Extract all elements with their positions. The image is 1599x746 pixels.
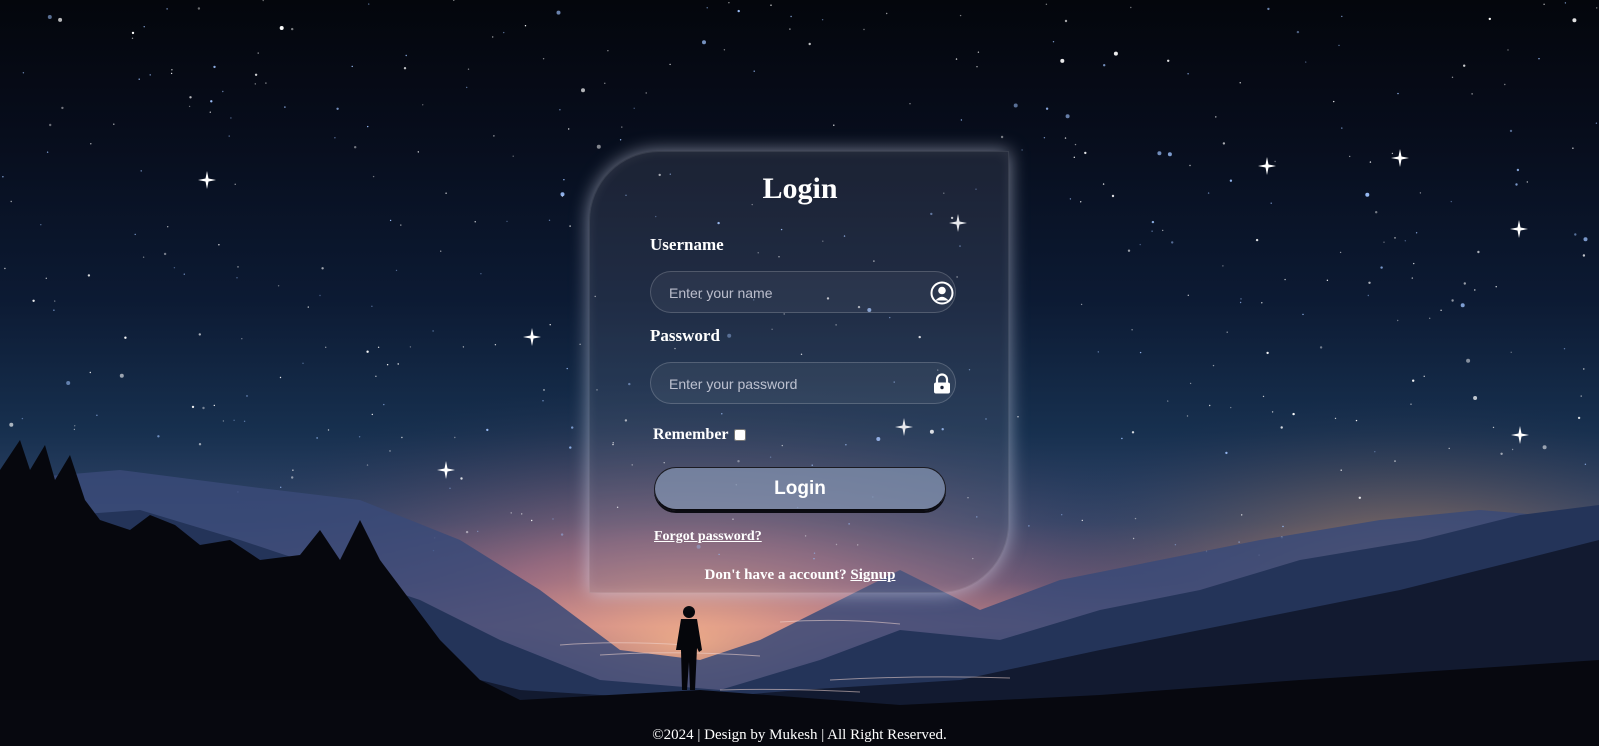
username-field-wrap — [650, 271, 956, 314]
username-input[interactable] — [667, 272, 921, 314]
forgot-password-link[interactable]: Forgot password? — [654, 529, 762, 545]
signup-prompt-text: Don't have a account? — [704, 567, 847, 583]
footer-copyright: ©2024 | Design by Mukesh | All Right Res… — [652, 727, 947, 743]
signup-link[interactable]: Signup — [850, 567, 895, 583]
login-page: Login Username Password Remember Login F — [0, 0, 1599, 746]
remember-checkbox[interactable] — [733, 429, 746, 441]
username-label: Username — [650, 235, 724, 254]
user-circle-icon — [930, 281, 954, 305]
remember-label: Remember — [653, 426, 729, 443]
login-title: Login — [762, 172, 838, 205]
remember-row: Remember — [653, 426, 746, 444]
password-label: Password — [650, 326, 720, 345]
password-input[interactable] — [667, 363, 921, 405]
password-field-wrap — [650, 362, 956, 405]
login-button[interactable]: Login — [654, 467, 946, 511]
lock-icon — [934, 373, 950, 394]
login-card: Login Username Password Remember Login F — [589, 151, 1009, 593]
signup-prompt-row: Don't have a account? Signup — [590, 567, 1010, 584]
